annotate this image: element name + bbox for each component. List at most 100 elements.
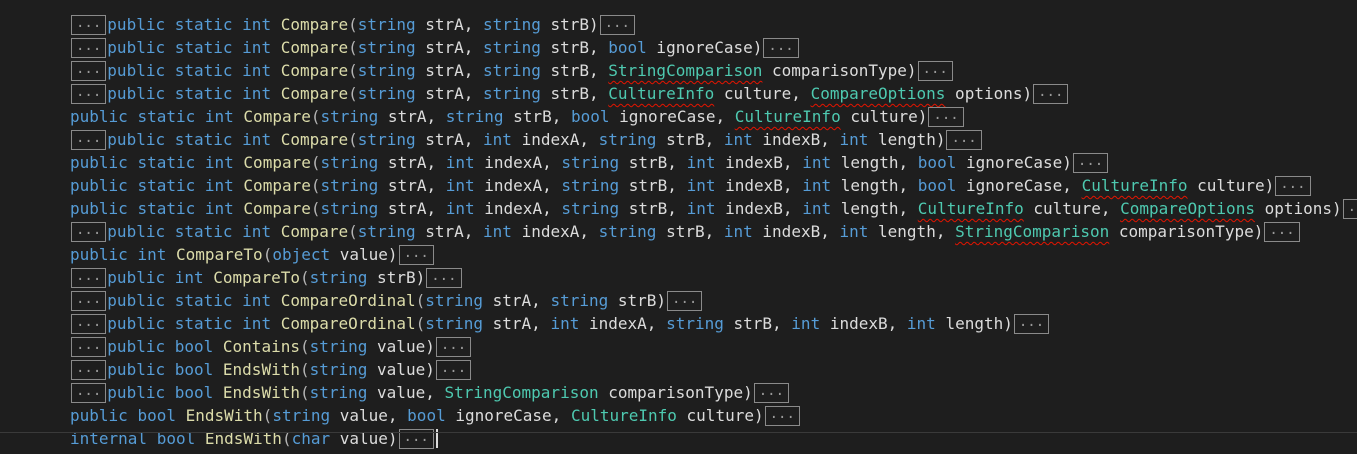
keyword-token: bool	[917, 153, 957, 172]
collapsed-attributes-marker[interactable]: ...	[71, 37, 107, 58]
code-line[interactable]: ... public static int Compare(string strA…	[70, 220, 1357, 243]
punctuation-token: (	[310, 199, 321, 218]
method-name-token: Compare	[280, 15, 349, 34]
keyword-token: int	[483, 130, 512, 149]
code-line[interactable]: ... public static int CompareOrdinal(stri…	[70, 312, 1357, 335]
keyword-token: static	[174, 314, 233, 333]
collapsed-body-marker[interactable]: ...	[917, 60, 953, 81]
code-line[interactable]: ... public static int Compare(string strA…	[70, 36, 1357, 59]
collapsed-body-marker[interactable]: ...	[1013, 313, 1050, 334]
current-line-separator	[0, 432, 1357, 433]
identifier-token: strB)	[608, 291, 667, 310]
punctuation-token: (	[262, 245, 273, 264]
code-line[interactable]: public static int Compare(string strA, i…	[70, 174, 1357, 197]
code-line[interactable]: ... public static int Compare(string strA…	[70, 82, 1357, 105]
collapsed-attributes-marker[interactable]: ...	[71, 60, 107, 81]
identifier-token: strB,	[619, 176, 687, 195]
collapsed-body-marker[interactable]: ...	[1033, 83, 1069, 104]
collapsed-body-marker[interactable]: ...	[764, 405, 800, 426]
code-line[interactable]: ... public static int Compare(string strA…	[70, 13, 1357, 36]
collapsed-attributes-marker[interactable]: ...	[71, 359, 107, 380]
collapsed-body-marker[interactable]: ...	[426, 267, 462, 288]
keyword-token: public	[107, 291, 166, 310]
collapsed-body-marker[interactable]: ...	[667, 290, 703, 311]
punctuation-token: (	[310, 176, 321, 195]
identifier-token: strA,	[483, 291, 551, 310]
method-name-token: Contains	[222, 337, 300, 356]
keyword-token: bool	[570, 107, 610, 126]
code-line[interactable]: ... public bool Contains(string value)...	[70, 335, 1357, 358]
code-line[interactable]: ... public static int CompareOrdinal(stri…	[70, 289, 1357, 312]
code-line[interactable]: public bool EndsWith(string value, bool …	[70, 404, 1357, 427]
collapsed-body-marker[interactable]: ...	[1342, 198, 1357, 219]
punctuation-token: (	[348, 130, 358, 149]
keyword-token: int	[242, 130, 272, 149]
identifier-token: indexB,	[715, 176, 803, 195]
collapsed-body-marker[interactable]: ...	[1264, 221, 1300, 242]
collapsed-body-marker[interactable]: ...	[946, 129, 982, 150]
method-name-token: Compare	[243, 199, 311, 218]
method-name-token: CompareTo	[213, 268, 300, 287]
collapsed-attributes-marker[interactable]: ...	[71, 336, 107, 357]
keyword-token: public	[107, 383, 166, 402]
keyword-token: bool	[407, 406, 446, 425]
collapsed-attributes-marker[interactable]: ...	[71, 83, 107, 104]
code-line[interactable]: ... public static int Compare(string strA…	[70, 59, 1357, 82]
identifier-token: indexB,	[752, 222, 840, 241]
code-line[interactable]: internal bool EndsWith(char value)...	[70, 427, 1357, 450]
collapsed-body-marker[interactable]: ...	[435, 359, 472, 380]
collapsed-body-marker[interactable]: ...	[1072, 152, 1109, 173]
code-editor[interactable]: ... public static int Compare(string strA…	[0, 0, 1357, 454]
code-line[interactable]: ... public static int Compare(string strA…	[70, 128, 1357, 151]
punctuation-token: (	[310, 107, 321, 126]
keyword-token: int	[242, 314, 272, 333]
code-line[interactable]: ... public bool EndsWith(string value)...	[70, 358, 1357, 381]
keyword-token: int	[483, 222, 512, 241]
identifier-token: strA,	[415, 130, 484, 149]
collapsed-attributes-marker[interactable]: ...	[71, 290, 107, 311]
collapsed-attributes-marker[interactable]: ...	[71, 14, 107, 35]
collapsed-body-marker[interactable]: ...	[928, 106, 964, 127]
identifier-token: indexB,	[820, 314, 907, 333]
identifier-token: culture)	[676, 406, 764, 425]
keyword-token: string	[357, 84, 416, 103]
code-lines[interactable]: ... public static int Compare(string strA…	[70, 13, 1357, 450]
type-token-squiggle: CompareOptions	[1120, 199, 1255, 218]
collapsed-body-marker[interactable]: ...	[763, 37, 799, 58]
collapsed-attributes-marker[interactable]: ...	[71, 221, 107, 242]
collapsed-body-marker[interactable]: ...	[398, 244, 434, 265]
code-line[interactable]: ... public int CompareTo(string strB)...	[70, 266, 1357, 289]
code-line[interactable]: public static int Compare(string strA, i…	[70, 151, 1357, 174]
collapsed-attributes-marker[interactable]: ...	[71, 313, 107, 334]
identifier-token: strA,	[415, 38, 484, 57]
keyword-token: string	[357, 15, 416, 34]
keyword-token: int	[242, 38, 272, 57]
collapsed-attributes-marker[interactable]: ...	[71, 129, 107, 150]
collapsed-attributes-marker[interactable]: ...	[71, 267, 107, 288]
code-line[interactable]: public static int Compare(string strA, s…	[70, 105, 1357, 128]
keyword-token: bool	[137, 406, 176, 425]
method-name-token: Compare	[280, 84, 349, 103]
keyword-token: int	[445, 199, 475, 218]
collapsed-body-marker[interactable]: ...	[599, 14, 635, 35]
code-line[interactable]: ... public bool EndsWith(string value, St…	[70, 381, 1357, 404]
collapsed-body-marker[interactable]: ...	[753, 382, 790, 403]
type-token-squiggle: StringComparison	[608, 61, 763, 80]
collapsed-body-marker[interactable]: ...	[435, 336, 472, 357]
collapsed-attributes-marker[interactable]: ...	[71, 382, 107, 403]
punctuation-token: (	[299, 383, 310, 402]
collapsed-body-marker[interactable]: ...	[1275, 175, 1311, 196]
code-line[interactable]: public static int Compare(string strA, i…	[70, 197, 1357, 220]
code-line[interactable]: public int CompareTo(object value)...	[70, 243, 1357, 266]
